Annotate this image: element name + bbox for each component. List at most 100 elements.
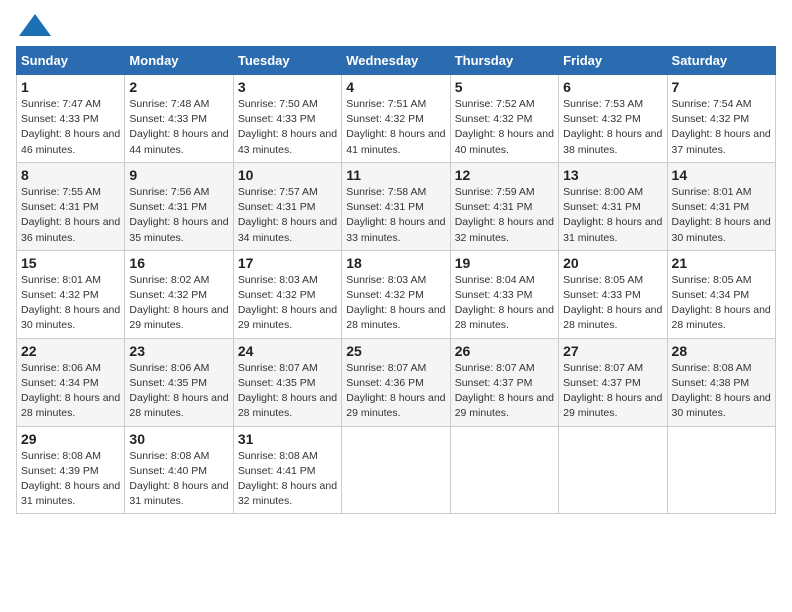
day-number: 17 — [238, 255, 337, 271]
day-info: Sunrise: 8:08 AM Sunset: 4:41 PM Dayligh… — [238, 449, 337, 510]
calendar-cell: 4 Sunrise: 7:51 AM Sunset: 4:32 PM Dayli… — [342, 75, 450, 163]
day-number: 25 — [346, 343, 445, 359]
calendar-week-row: 22 Sunrise: 8:06 AM Sunset: 4:34 PM Dayl… — [17, 338, 776, 426]
calendar-cell: 3 Sunrise: 7:50 AM Sunset: 4:33 PM Dayli… — [233, 75, 341, 163]
day-info: Sunrise: 8:08 AM Sunset: 4:39 PM Dayligh… — [21, 449, 120, 510]
day-number: 21 — [672, 255, 771, 271]
day-info: Sunrise: 7:56 AM Sunset: 4:31 PM Dayligh… — [129, 185, 228, 246]
day-info: Sunrise: 7:55 AM Sunset: 4:31 PM Dayligh… — [21, 185, 120, 246]
day-info: Sunrise: 8:07 AM Sunset: 4:35 PM Dayligh… — [238, 361, 337, 422]
day-number: 10 — [238, 167, 337, 183]
calendar-cell: 8 Sunrise: 7:55 AM Sunset: 4:31 PM Dayli… — [17, 162, 125, 250]
calendar-cell: 29 Sunrise: 8:08 AM Sunset: 4:39 PM Dayl… — [17, 426, 125, 514]
day-number: 3 — [238, 79, 337, 95]
calendar-cell: 7 Sunrise: 7:54 AM Sunset: 4:32 PM Dayli… — [667, 75, 775, 163]
day-number: 2 — [129, 79, 228, 95]
day-number: 1 — [21, 79, 120, 95]
day-number: 30 — [129, 431, 228, 447]
day-header-thursday: Thursday — [450, 47, 558, 75]
calendar-week-row: 8 Sunrise: 7:55 AM Sunset: 4:31 PM Dayli… — [17, 162, 776, 250]
day-info: Sunrise: 7:52 AM Sunset: 4:32 PM Dayligh… — [455, 97, 554, 158]
calendar-cell: 13 Sunrise: 8:00 AM Sunset: 4:31 PM Dayl… — [559, 162, 667, 250]
day-info: Sunrise: 7:50 AM Sunset: 4:33 PM Dayligh… — [238, 97, 337, 158]
calendar-cell: 31 Sunrise: 8:08 AM Sunset: 4:41 PM Dayl… — [233, 426, 341, 514]
day-number: 4 — [346, 79, 445, 95]
calendar-cell: 15 Sunrise: 8:01 AM Sunset: 4:32 PM Dayl… — [17, 250, 125, 338]
day-info: Sunrise: 7:54 AM Sunset: 4:32 PM Dayligh… — [672, 97, 771, 158]
calendar-cell: 21 Sunrise: 8:05 AM Sunset: 4:34 PM Dayl… — [667, 250, 775, 338]
day-header-friday: Friday — [559, 47, 667, 75]
day-info: Sunrise: 8:08 AM Sunset: 4:38 PM Dayligh… — [672, 361, 771, 422]
day-info: Sunrise: 8:03 AM Sunset: 4:32 PM Dayligh… — [238, 273, 337, 334]
day-number: 23 — [129, 343, 228, 359]
day-number: 26 — [455, 343, 554, 359]
day-number: 12 — [455, 167, 554, 183]
day-number: 7 — [672, 79, 771, 95]
logo — [16, 16, 51, 36]
day-number: 9 — [129, 167, 228, 183]
calendar-cell: 27 Sunrise: 8:07 AM Sunset: 4:37 PM Dayl… — [559, 338, 667, 426]
day-info: Sunrise: 8:00 AM Sunset: 4:31 PM Dayligh… — [563, 185, 662, 246]
calendar-cell — [342, 426, 450, 514]
day-number: 14 — [672, 167, 771, 183]
day-info: Sunrise: 7:58 AM Sunset: 4:31 PM Dayligh… — [346, 185, 445, 246]
calendar-cell: 12 Sunrise: 7:59 AM Sunset: 4:31 PM Dayl… — [450, 162, 558, 250]
calendar-header-row: SundayMondayTuesdayWednesdayThursdayFrid… — [17, 47, 776, 75]
day-info: Sunrise: 8:01 AM Sunset: 4:32 PM Dayligh… — [21, 273, 120, 334]
day-number: 28 — [672, 343, 771, 359]
day-info: Sunrise: 8:01 AM Sunset: 4:31 PM Dayligh… — [672, 185, 771, 246]
day-number: 8 — [21, 167, 120, 183]
calendar-cell: 22 Sunrise: 8:06 AM Sunset: 4:34 PM Dayl… — [17, 338, 125, 426]
day-info: Sunrise: 8:05 AM Sunset: 4:33 PM Dayligh… — [563, 273, 662, 334]
day-info: Sunrise: 8:08 AM Sunset: 4:40 PM Dayligh… — [129, 449, 228, 510]
calendar-cell: 17 Sunrise: 8:03 AM Sunset: 4:32 PM Dayl… — [233, 250, 341, 338]
day-header-monday: Monday — [125, 47, 233, 75]
day-number: 16 — [129, 255, 228, 271]
day-number: 31 — [238, 431, 337, 447]
day-number: 27 — [563, 343, 662, 359]
calendar-cell: 30 Sunrise: 8:08 AM Sunset: 4:40 PM Dayl… — [125, 426, 233, 514]
logo-flag-icon — [19, 14, 51, 36]
day-number: 19 — [455, 255, 554, 271]
calendar-cell — [450, 426, 558, 514]
day-number: 5 — [455, 79, 554, 95]
calendar-cell: 16 Sunrise: 8:02 AM Sunset: 4:32 PM Dayl… — [125, 250, 233, 338]
calendar-cell: 26 Sunrise: 8:07 AM Sunset: 4:37 PM Dayl… — [450, 338, 558, 426]
day-info: Sunrise: 8:07 AM Sunset: 4:36 PM Dayligh… — [346, 361, 445, 422]
calendar-cell: 19 Sunrise: 8:04 AM Sunset: 4:33 PM Dayl… — [450, 250, 558, 338]
calendar-cell: 1 Sunrise: 7:47 AM Sunset: 4:33 PM Dayli… — [17, 75, 125, 163]
page-header — [16, 16, 776, 36]
calendar-cell — [559, 426, 667, 514]
day-info: Sunrise: 8:03 AM Sunset: 4:32 PM Dayligh… — [346, 273, 445, 334]
day-info: Sunrise: 8:07 AM Sunset: 4:37 PM Dayligh… — [563, 361, 662, 422]
day-info: Sunrise: 7:47 AM Sunset: 4:33 PM Dayligh… — [21, 97, 120, 158]
calendar-cell: 18 Sunrise: 8:03 AM Sunset: 4:32 PM Dayl… — [342, 250, 450, 338]
calendar-cell: 28 Sunrise: 8:08 AM Sunset: 4:38 PM Dayl… — [667, 338, 775, 426]
day-header-tuesday: Tuesday — [233, 47, 341, 75]
calendar-cell: 9 Sunrise: 7:56 AM Sunset: 4:31 PM Dayli… — [125, 162, 233, 250]
calendar-cell: 2 Sunrise: 7:48 AM Sunset: 4:33 PM Dayli… — [125, 75, 233, 163]
calendar-week-row: 29 Sunrise: 8:08 AM Sunset: 4:39 PM Dayl… — [17, 426, 776, 514]
day-info: Sunrise: 8:04 AM Sunset: 4:33 PM Dayligh… — [455, 273, 554, 334]
calendar-cell: 5 Sunrise: 7:52 AM Sunset: 4:32 PM Dayli… — [450, 75, 558, 163]
day-number: 18 — [346, 255, 445, 271]
day-info: Sunrise: 7:59 AM Sunset: 4:31 PM Dayligh… — [455, 185, 554, 246]
day-number: 11 — [346, 167, 445, 183]
day-number: 22 — [21, 343, 120, 359]
day-number: 24 — [238, 343, 337, 359]
calendar-cell: 23 Sunrise: 8:06 AM Sunset: 4:35 PM Dayl… — [125, 338, 233, 426]
calendar-cell: 10 Sunrise: 7:57 AM Sunset: 4:31 PM Dayl… — [233, 162, 341, 250]
calendar-cell — [667, 426, 775, 514]
day-info: Sunrise: 7:51 AM Sunset: 4:32 PM Dayligh… — [346, 97, 445, 158]
day-info: Sunrise: 7:48 AM Sunset: 4:33 PM Dayligh… — [129, 97, 228, 158]
day-info: Sunrise: 7:57 AM Sunset: 4:31 PM Dayligh… — [238, 185, 337, 246]
calendar-cell: 25 Sunrise: 8:07 AM Sunset: 4:36 PM Dayl… — [342, 338, 450, 426]
day-header-wednesday: Wednesday — [342, 47, 450, 75]
calendar-table: SundayMondayTuesdayWednesdayThursdayFrid… — [16, 46, 776, 514]
calendar-cell: 11 Sunrise: 7:58 AM Sunset: 4:31 PM Dayl… — [342, 162, 450, 250]
calendar-cell: 24 Sunrise: 8:07 AM Sunset: 4:35 PM Dayl… — [233, 338, 341, 426]
calendar-week-row: 1 Sunrise: 7:47 AM Sunset: 4:33 PM Dayli… — [17, 75, 776, 163]
day-info: Sunrise: 7:53 AM Sunset: 4:32 PM Dayligh… — [563, 97, 662, 158]
calendar-cell: 14 Sunrise: 8:01 AM Sunset: 4:31 PM Dayl… — [667, 162, 775, 250]
day-info: Sunrise: 8:07 AM Sunset: 4:37 PM Dayligh… — [455, 361, 554, 422]
